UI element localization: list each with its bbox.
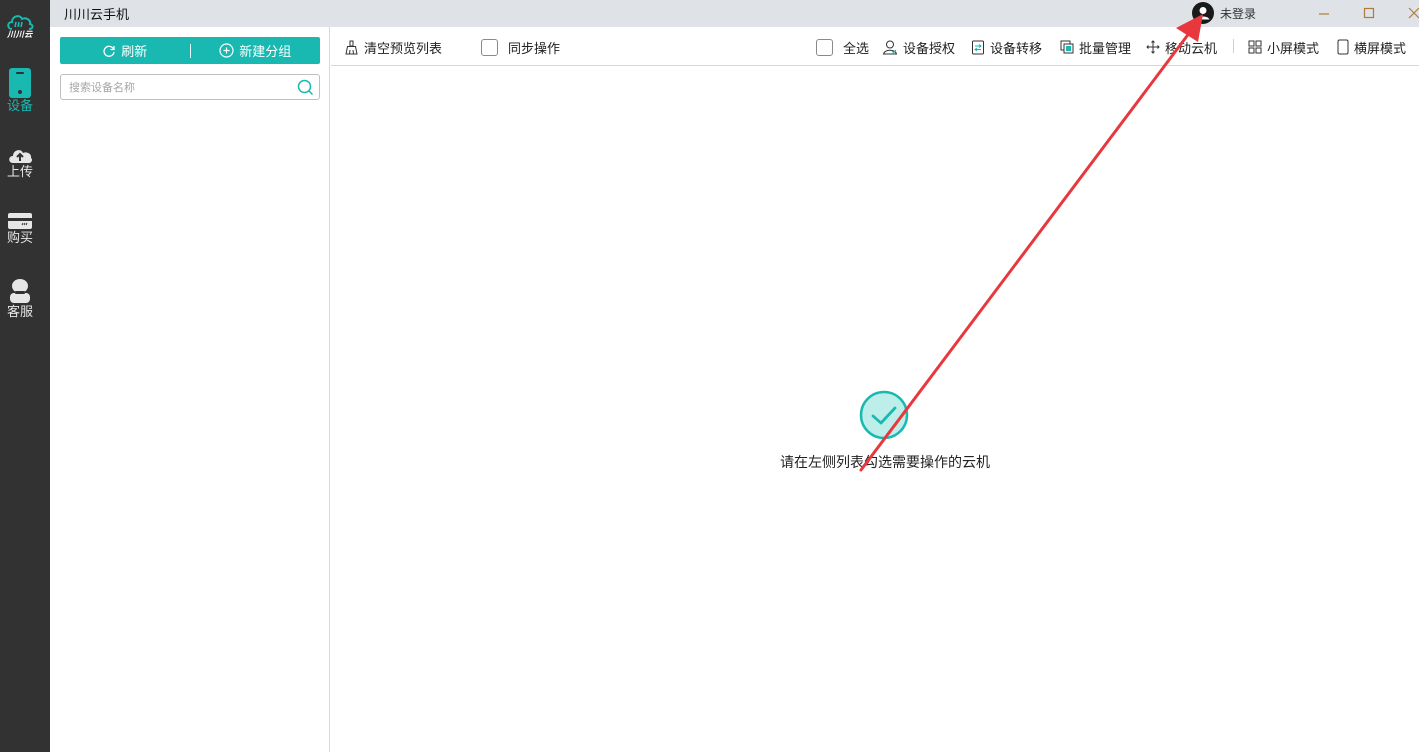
user-login-button[interactable]: 未登录 [1192,1,1256,25]
app-logo-text: 川川云 [7,30,33,39]
broom-icon [345,40,358,54]
cloud-upload-icon [9,150,33,163]
user-avatar-icon [1192,2,1214,24]
window-title: 川川云手机 [64,8,130,23]
select-all-checkbox[interactable] [816,38,833,56]
rail-item-upload[interactable]: 上传 [0,146,40,180]
move-cloud-button[interactable]: 移动云机 [1146,38,1218,57]
card-icon [8,213,32,229]
minimize-icon [1319,13,1329,15]
landscape-label: 横屏模式 [1354,41,1407,57]
toolbar: 清空预览列表 同步操作 全选 设备授权 设备转移 批量管理 移动云机 小屏模式 … [331,27,1419,66]
check-circle-icon [859,390,909,440]
move-arrows-icon [1146,40,1160,54]
transfer-icon [972,40,984,54]
new-group-label: 新建分组 [239,45,292,60]
rail-item-label: 购买 [6,231,33,246]
new-group-button[interactable]: 新建分组 [191,37,321,64]
sync-operation-label: 同步操作 [508,41,561,57]
rail-item-devices[interactable]: 设备 [0,68,40,114]
refresh-label: 刷新 [121,45,148,60]
device-panel: 刷新 新建分组 [50,27,330,752]
rail-item-label: 上传 [6,165,33,180]
select-all-label: 全选 [843,41,870,57]
sync-operation-checkbox[interactable] [481,38,498,56]
landscape-button[interactable]: 横屏模式 [1337,38,1407,57]
clear-preview-button[interactable]: 清空预览列表 [344,38,443,57]
grid-icon [1248,40,1262,54]
maximize-icon [1363,7,1375,19]
rail-item-label: 客服 [6,305,33,320]
sync-operation-toggle[interactable]: 同步操作 [481,38,561,57]
device-search [60,74,320,100]
device-transfer-label: 设备转移 [990,41,1043,57]
batch-manage-label: 批量管理 [1079,41,1132,57]
device-auth-label: 设备授权 [903,41,956,57]
rail-item-buy[interactable]: 购买 [0,212,40,246]
refresh-icon [103,45,115,57]
nav-rail: 川川云 设备 上传 购买 客服 [0,0,50,752]
user-auth-icon [882,40,898,54]
small-screen-label: 小屏模式 [1267,41,1320,57]
search-icon[interactable] [297,79,314,96]
select-all-toggle[interactable]: 全选 [816,38,870,57]
close-button[interactable] [1404,3,1419,23]
empty-state-message: 请在左侧列表勾选需要操作的云机 [780,455,990,471]
refresh-button[interactable]: 刷新 [60,37,190,64]
clear-preview-label: 清空预览列表 [364,41,443,57]
customer-service-icon [10,279,30,303]
add-circle-icon [219,43,234,58]
search-input[interactable] [69,79,289,95]
device-transfer-button[interactable]: 设备转移 [971,38,1043,57]
device-auth-button[interactable]: 设备授权 [882,38,956,57]
maximize-button[interactable] [1359,3,1379,23]
minimize-button[interactable] [1314,3,1334,23]
small-screen-button[interactable]: 小屏模式 [1248,38,1320,57]
close-icon [1408,7,1419,19]
login-status: 未登录 [1220,6,1257,21]
rail-item-service[interactable]: 客服 [0,278,40,320]
batch-icon [1060,40,1074,54]
title-bar: 川川云手机 未登录 [50,0,1419,27]
phone-icon [9,68,31,98]
toolbar-divider [1233,39,1234,53]
rail-item-label: 设备 [6,99,33,114]
batch-manage-button[interactable]: 批量管理 [1060,38,1132,57]
phone-outline-icon [1337,39,1349,55]
device-action-bar: 刷新 新建分组 [60,37,320,64]
move-cloud-label: 移动云机 [1165,41,1218,57]
